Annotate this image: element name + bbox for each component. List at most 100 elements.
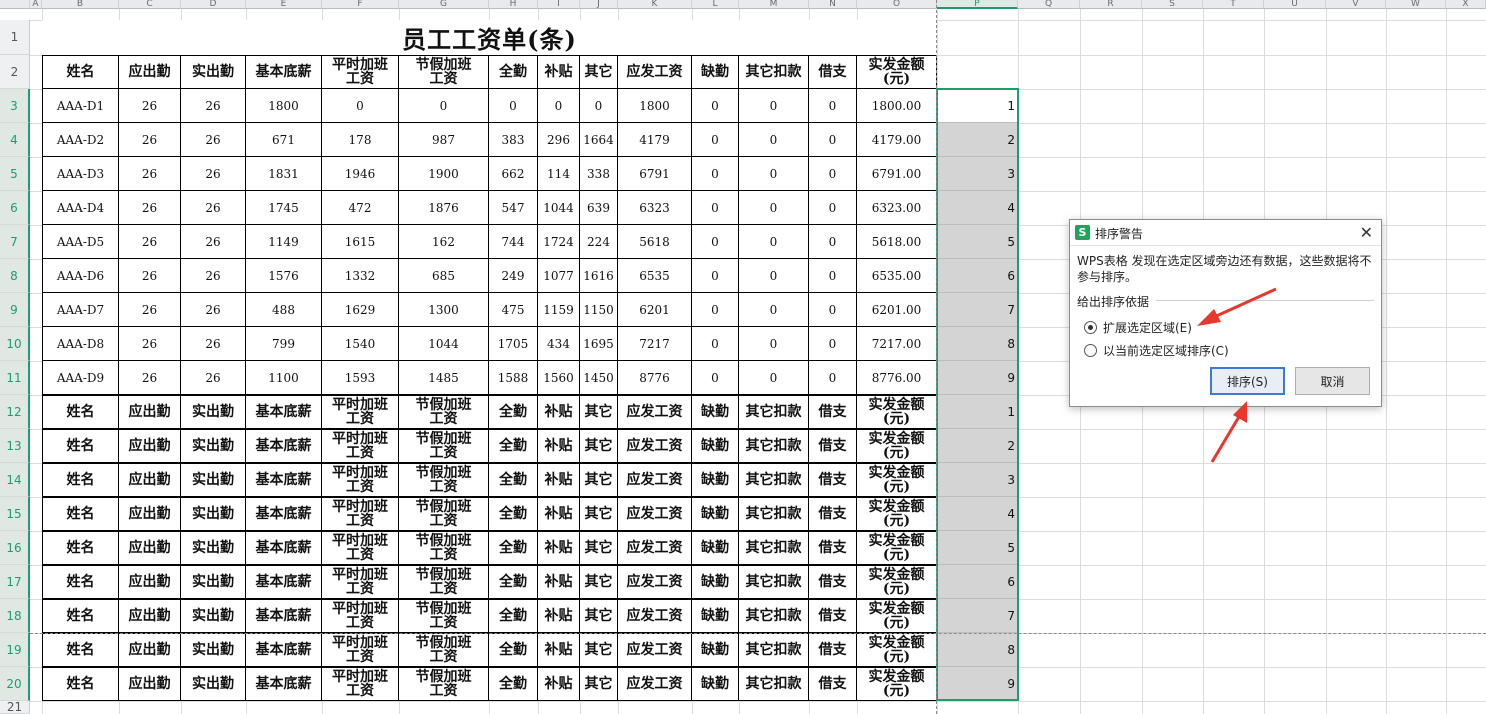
table-cell[interactable]: 685 [399,259,489,293]
column-header-q[interactable]: Q [1018,0,1080,9]
table-cell[interactable]: 1077 [538,259,580,293]
current-selection-radio[interactable]: 以当前选定区域排序(C) [1084,342,1229,359]
table-cell[interactable]: 224 [580,225,618,259]
table-cell[interactable]: 6791.00 [857,157,937,191]
table-cell[interactable]: 26 [119,293,181,327]
table-cell[interactable]: 1664 [580,123,618,157]
close-icon[interactable]: ✕ [1360,223,1373,242]
p-column-cell[interactable]: 7 [937,599,1018,633]
cancel-button[interactable]: 取消 [1295,367,1370,395]
table-cell[interactable]: 26 [181,191,246,225]
table-cell[interactable]: 26 [119,191,181,225]
table-cell[interactable]: 1100 [246,361,322,395]
table-cell[interactable]: 0 [692,225,739,259]
table-cell[interactable]: 0 [809,293,857,327]
table-cell[interactable]: 0 [809,191,857,225]
column-header-a[interactable]: A [30,0,42,9]
column-header-r[interactable]: R [1080,0,1142,9]
table-cell[interactable]: 799 [246,327,322,361]
table-cell[interactable]: 0 [739,89,809,123]
row-header-5[interactable]: 5 [0,157,30,191]
table-cell[interactable]: 7217 [618,327,692,361]
p-column-cell[interactable]: 4 [937,191,1018,225]
table-cell[interactable]: 8776 [618,361,692,395]
table-cell[interactable]: 1615 [322,225,399,259]
table-cell[interactable]: 178 [322,123,399,157]
table-cell[interactable]: 0 [739,259,809,293]
column-header-p[interactable]: P [937,0,1018,9]
row-header-7[interactable]: 7 [0,225,30,259]
column-header-u[interactable]: U [1264,0,1326,9]
row-header-13[interactable]: 13 [0,429,30,463]
table-cell[interactable]: 8776.00 [857,361,937,395]
row-header-1[interactable]: 1 [0,20,30,55]
table-cell[interactable]: 5618 [618,225,692,259]
table-cell[interactable]: 1724 [538,225,580,259]
table-cell[interactable]: 249 [489,259,538,293]
row-header-9[interactable]: 9 [0,293,30,327]
table-cell[interactable]: 488 [246,293,322,327]
table-cell[interactable]: 1831 [246,157,322,191]
p-column-cell[interactable]: 2 [937,123,1018,157]
row-header-6[interactable]: 6 [0,191,30,225]
column-header-t[interactable]: T [1203,0,1264,9]
row-header-8[interactable]: 8 [0,259,30,293]
table-cell[interactable]: 6791 [618,157,692,191]
table-cell[interactable]: 0 [739,293,809,327]
table-cell[interactable]: 26 [119,89,181,123]
table-cell[interactable]: 26 [181,123,246,157]
table-cell[interactable]: 7217.00 [857,327,937,361]
row-header-2[interactable]: 2 [0,55,30,89]
row-header-3[interactable]: 3 [0,89,30,123]
table-cell[interactable]: 1044 [538,191,580,225]
p-column-cell[interactable]: 1 [937,89,1018,123]
table-cell[interactable]: 383 [489,123,538,157]
table-cell[interactable]: 1044 [399,327,489,361]
row-header-11[interactable]: 11 [0,361,30,395]
row-header-20[interactable]: 20 [0,667,30,701]
employee-id-cell[interactable]: AAA-D5 [42,225,119,259]
table-cell[interactable]: 1705 [489,327,538,361]
row-header-12[interactable]: 12 [0,395,30,429]
table-cell[interactable]: 0 [692,361,739,395]
table-cell[interactable]: 26 [181,327,246,361]
table-cell[interactable]: 6323 [618,191,692,225]
table-cell[interactable]: 0 [809,259,857,293]
table-cell[interactable]: 1629 [322,293,399,327]
employee-id-cell[interactable]: AAA-D2 [42,123,119,157]
column-header-b[interactable]: B [42,0,119,9]
p-column-cell[interactable]: 4 [937,497,1018,531]
p-column-cell[interactable]: 1 [937,395,1018,429]
table-cell[interactable]: 26 [119,157,181,191]
p-column-cell[interactable]: 9 [937,361,1018,395]
table-cell[interactable]: 6535.00 [857,259,937,293]
p-column-cell[interactable]: 8 [937,633,1018,667]
table-cell[interactable]: 1593 [322,361,399,395]
table-cell[interactable]: 0 [739,225,809,259]
employee-id-cell[interactable]: AAA-D6 [42,259,119,293]
table-cell[interactable]: 0 [692,259,739,293]
employee-id-cell[interactable]: AAA-D4 [42,191,119,225]
row-header-4[interactable]: 4 [0,123,30,157]
column-header-e[interactable]: E [246,0,322,9]
table-cell[interactable]: 26 [119,123,181,157]
table-cell[interactable]: 4179.00 [857,123,937,157]
table-cell[interactable]: 26 [119,361,181,395]
table-cell[interactable]: 1560 [538,361,580,395]
p-column-cell[interactable]: 6 [937,259,1018,293]
table-cell[interactable]: 26 [119,327,181,361]
employee-id-cell[interactable]: AAA-D1 [42,89,119,123]
employee-id-cell[interactable]: AAA-D9 [42,361,119,395]
column-header-l[interactable]: L [692,0,739,9]
table-cell[interactable]: 1745 [246,191,322,225]
table-cell[interactable]: 744 [489,225,538,259]
table-cell[interactable]: 0 [739,157,809,191]
p-column-cell[interactable]: 3 [937,463,1018,497]
table-cell[interactable]: 639 [580,191,618,225]
p-column-cell[interactable]: 3 [937,157,1018,191]
table-cell[interactable]: 1800.00 [857,89,937,123]
column-header-g[interactable]: G [399,0,489,9]
table-cell[interactable]: 0 [809,123,857,157]
table-cell[interactable]: 1149 [246,225,322,259]
table-cell[interactable]: 0 [692,123,739,157]
